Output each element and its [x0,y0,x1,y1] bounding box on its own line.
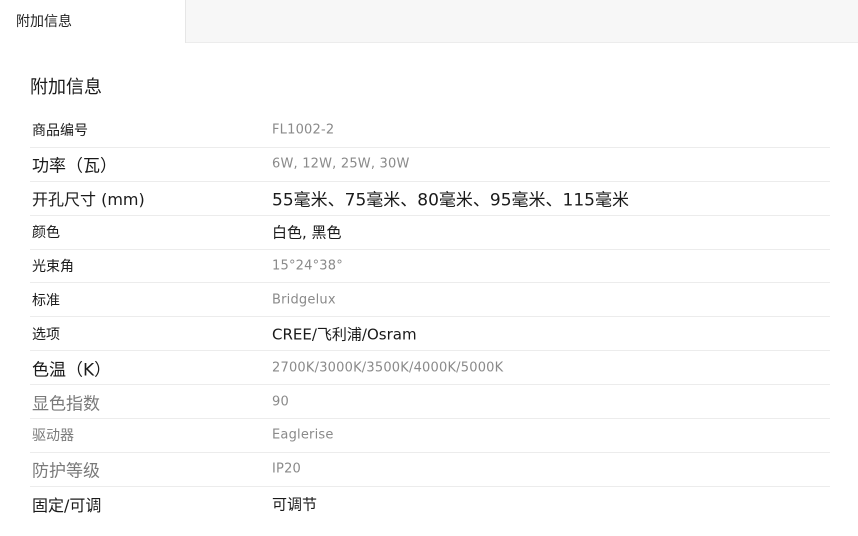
spec-label: 光束角 [32,259,74,275]
table-row: 色温（K） 2700K/3000K/3500K/4000K/5000K [30,351,830,386]
spec-label: 色温（K） [32,360,112,381]
spec-label: 固定/可调 [32,495,102,515]
table-row: 驱动器 Eaglerise [30,419,830,453]
table-row: 光束角 15°24°38° [30,250,830,284]
spec-label: 选项 [32,326,60,343]
spec-value: Bridgelux [272,292,336,308]
page: 附加信息 附加信息 商品编号 FL1002-2 功率（瓦） 6W, 12W, 2… [0,0,858,536]
spec-label: 防护等级 [32,461,100,482]
spec-value: FL1002-2 [272,122,335,138]
tab-additional-info[interactable]: 附加信息 [0,0,186,43]
spec-label: 开孔尺寸 (mm) [32,190,145,210]
table-row: 颜色 白色, 黑色 [30,216,830,250]
spec-value: 15°24°38° [272,258,343,274]
table-row: 功率（瓦） 6W, 12W, 25W, 30W [30,148,830,182]
table-row: 标准 Bridgelux [30,283,830,318]
spec-label: 标准 [32,292,60,309]
spec-value: Eaglerise [272,427,334,443]
spec-value: 90 [272,394,289,410]
spec-value: 6W, 12W, 25W, 30W [272,156,410,172]
spec-value: 可调节 [272,495,318,514]
table-row: 选项 CREE/飞利浦/Osram [30,317,830,352]
table-row: 固定/可调 可调节 [30,487,830,521]
tab-bar: 附加信息 [0,0,858,43]
spec-label: 商品编号 [32,123,88,140]
spec-value: CREE/飞利浦/Osram [272,325,417,344]
spec-label: 颜色 [32,225,60,242]
spec-label: 功率（瓦） [32,156,117,177]
table-row: 开孔尺寸 (mm) 55毫米、75毫米、80毫米、95毫米、115毫米 [30,182,830,216]
spec-label: 显色指数 [32,394,100,415]
spec-value: 白色, 黑色 [272,223,342,242]
spec-table: 商品编号 FL1002-2 功率（瓦） 6W, 12W, 25W, 30W 开孔… [30,114,830,521]
table-row: 商品编号 FL1002-2 [30,114,830,148]
tab-panel: 附加信息 商品编号 FL1002-2 功率（瓦） 6W, 12W, 25W, 3… [0,43,858,536]
table-row: 显色指数 90 [30,385,830,420]
spec-value: IP20 [272,461,302,477]
tab-label: 附加信息 [16,14,72,30]
spec-value: 55毫米、75毫米、80毫米、95毫米、115毫米 [272,190,629,211]
spec-value: 2700K/3000K/3500K/4000K/5000K [272,360,504,376]
table-row: 防护等级 IP20 [30,453,830,487]
spec-label: 驱动器 [32,428,74,445]
section-title: 附加信息 [30,77,102,98]
